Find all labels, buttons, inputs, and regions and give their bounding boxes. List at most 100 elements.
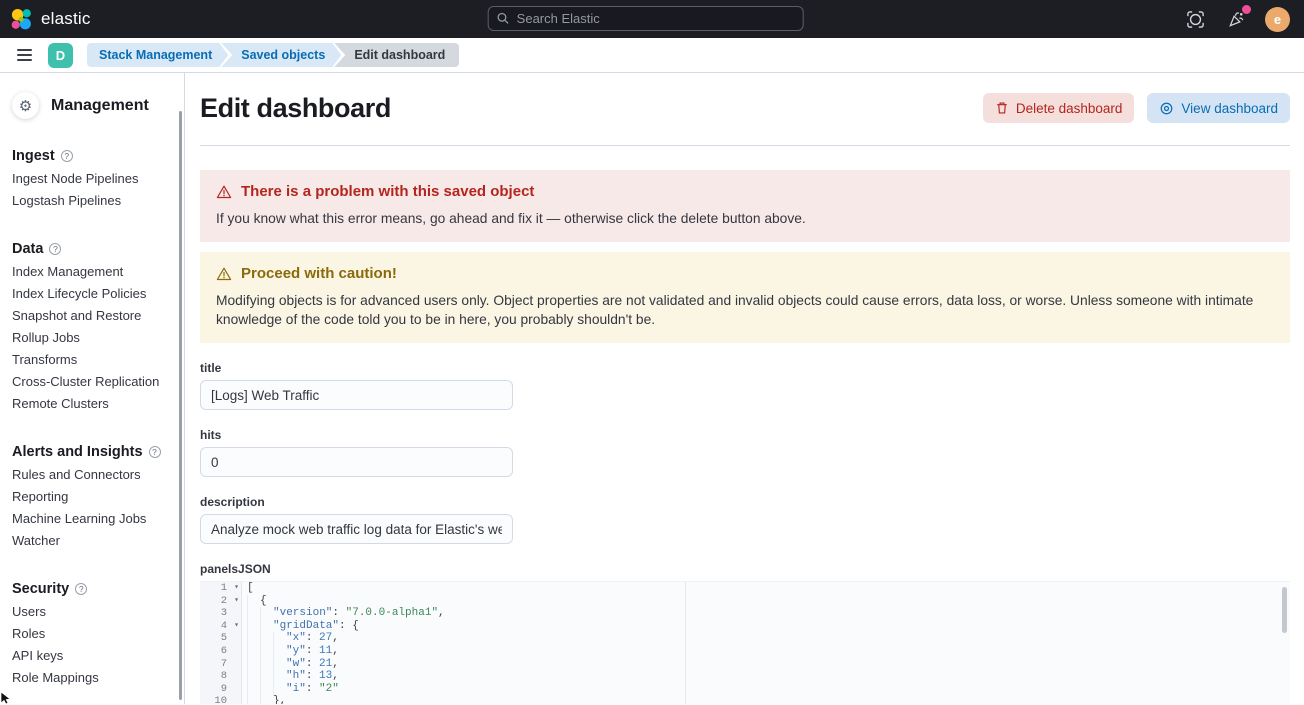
elastic-logo[interactable]: elastic <box>10 8 91 31</box>
sidebar-item-index-management[interactable]: Index Management <box>0 261 184 283</box>
code-text: "i": "2" <box>242 683 339 696</box>
gutter-line-number[interactable]: 7 <box>200 658 242 671</box>
sidebar-item-transforms[interactable]: Transforms <box>0 349 184 371</box>
breadcrumb-saved-objects[interactable]: Saved objects <box>221 43 341 67</box>
notification-dot <box>1242 5 1251 14</box>
search-icon <box>497 12 510 25</box>
trash-icon <box>995 101 1009 115</box>
error-callout: There is a problem with this saved objec… <box>200 170 1290 242</box>
sidebar-item-snapshot-and-restore[interactable]: Snapshot and Restore <box>0 305 184 327</box>
view-eye-icon <box>1159 101 1174 116</box>
form-row-description: description <box>200 495 1290 544</box>
sidebar-section-ingest: Ingest <box>12 148 184 164</box>
sidebar-nav: Ingest Ingest Node PipelinesLogstash Pipe… <box>0 148 184 689</box>
user-avatar[interactable]: e <box>1265 7 1290 32</box>
sidebar-item-remote-clusters[interactable]: Remote Clusters <box>0 393 184 415</box>
form-row-title: title <box>200 361 1290 410</box>
warning-triangle-icon <box>216 266 232 282</box>
warning-triangle-icon <box>216 184 232 200</box>
gutter-line-number[interactable]: 1 <box>200 582 242 595</box>
hits-label: hits <box>200 428 1290 442</box>
code-line: 8"h": 13, <box>200 670 1290 683</box>
view-dashboard-button[interactable]: View dashboard <box>1147 93 1290 123</box>
sidebar-item-roles[interactable]: Roles <box>0 623 184 645</box>
help-menu-button[interactable] <box>1183 7 1207 31</box>
sidebar-item-cross-cluster-replication[interactable]: Cross-Cluster Replication <box>0 371 184 393</box>
sidebar-item-rollup-jobs[interactable]: Rollup Jobs <box>0 327 184 349</box>
panels-json-editor[interactable]: 1[2{3"version": "7.0.0-alpha1",4"gridDat… <box>200 581 1290 704</box>
space-avatar[interactable]: D <box>48 43 73 68</box>
code-line: 5"x": 27, <box>200 632 1290 645</box>
code-text: "w": 21, <box>242 658 339 671</box>
sidebar-item-machine-learning-jobs[interactable]: Machine Learning Jobs <box>0 508 184 530</box>
page-title: Edit dashboard <box>200 93 391 123</box>
search-input[interactable] <box>517 11 795 26</box>
error-callout-body: If you know what this error means, go ah… <box>216 209 1274 228</box>
description-field[interactable] <box>200 514 513 544</box>
gutter-line-number[interactable]: 3 <box>200 607 242 620</box>
code-text: "h": 13, <box>242 670 339 683</box>
form-row-hits: hits <box>200 428 1290 477</box>
title-field[interactable] <box>200 380 513 410</box>
code-line: 6"y": 11, <box>200 645 1290 658</box>
code-line: 9"i": "2" <box>200 683 1290 696</box>
gutter-line-number[interactable]: 9 <box>200 683 242 696</box>
newsfeed-button[interactable] <box>1224 7 1248 31</box>
code-line: 3"version": "7.0.0-alpha1", <box>200 607 1290 620</box>
gutter-line-number[interactable]: 2 <box>200 595 242 608</box>
sidebar-scrollbar[interactable] <box>179 111 182 700</box>
sidebar-title: Management <box>51 97 149 115</box>
sidebar-item-rules-and-connectors[interactable]: Rules and Connectors <box>0 464 184 486</box>
code-text: "gridData": { <box>242 620 359 633</box>
hits-field[interactable] <box>200 447 513 477</box>
hamburger-menu-icon[interactable] <box>8 39 40 71</box>
breadcrumbs: Stack ManagementSaved objectsEdit dashbo… <box>87 43 459 67</box>
sidebar-item-logstash-pipelines[interactable]: Logstash Pipelines <box>0 190 184 212</box>
gear-icon: ⚙ <box>12 92 39 119</box>
sidebar-item-users[interactable]: Users <box>0 601 184 623</box>
code-text: }, <box>242 695 286 704</box>
sidebar-item-watcher[interactable]: Watcher <box>0 530 184 552</box>
section-help-icon <box>75 583 87 595</box>
description-label: description <box>200 495 1290 509</box>
warning-callout: Proceed with caution! Modifying objects … <box>200 252 1290 343</box>
gutter-line-number[interactable]: 5 <box>200 632 242 645</box>
sidebar-item-role-mappings[interactable]: Role Mappings <box>0 667 184 689</box>
top-header-bar: elastic e <box>0 0 1304 38</box>
delete-dashboard-button[interactable]: Delete dashboard <box>983 93 1135 123</box>
mouse-cursor <box>0 691 14 705</box>
gutter-line-number[interactable]: 6 <box>200 645 242 658</box>
sidebar-section-alerts-and-insights: Alerts and Insights <box>12 444 184 460</box>
sidebar-item-api-keys[interactable]: API keys <box>0 645 184 667</box>
brand-name: elastic <box>41 9 91 29</box>
code-text: "y": 11, <box>242 645 339 658</box>
code-lines: 1[2{3"version": "7.0.0-alpha1",4"gridDat… <box>200 582 1290 704</box>
code-text: "version": "7.0.0-alpha1", <box>242 607 445 620</box>
sidebar-item-index-lifecycle-policies[interactable]: Index Lifecycle Policies <box>0 283 184 305</box>
saved-object-form: title hits description <box>200 361 1290 544</box>
sidebar-item-reporting[interactable]: Reporting <box>0 486 184 508</box>
code-line: 4"gridData": { <box>200 620 1290 633</box>
code-line: 10}, <box>200 695 1290 704</box>
breadcrumb-stack-management[interactable]: Stack Management <box>87 43 228 67</box>
elastic-logo-icon <box>10 8 33 31</box>
breadcrumb-edit-dashboard: Edit dashboard <box>334 43 459 67</box>
gutter-line-number[interactable]: 4 <box>200 620 242 633</box>
editor-scrollbar[interactable] <box>1282 587 1287 633</box>
sidebar-section-data: Data <box>12 241 184 257</box>
gutter-line-number[interactable]: 10 <box>200 695 242 704</box>
section-help-icon <box>49 243 61 255</box>
section-help-icon <box>149 446 161 458</box>
gutter-line-number[interactable]: 8 <box>200 670 242 683</box>
code-text: "x": 27, <box>242 632 339 645</box>
code-text: { <box>242 595 267 608</box>
breadcrumb-bar: D Stack ManagementSaved objectsEdit dash… <box>0 38 1304 73</box>
sidebar-section-security: Security <box>12 581 184 597</box>
panels-json-label: panelsJSON <box>200 562 1290 576</box>
main-content: Edit dashboard Delete dashboard View das… <box>185 73 1304 704</box>
code-text: [ <box>242 582 254 595</box>
global-search[interactable] <box>488 6 804 31</box>
header-divider <box>200 145 1290 146</box>
warning-callout-body: Modifying objects is for advanced users … <box>216 291 1274 329</box>
sidebar-item-ingest-node-pipelines[interactable]: Ingest Node Pipelines <box>0 168 184 190</box>
